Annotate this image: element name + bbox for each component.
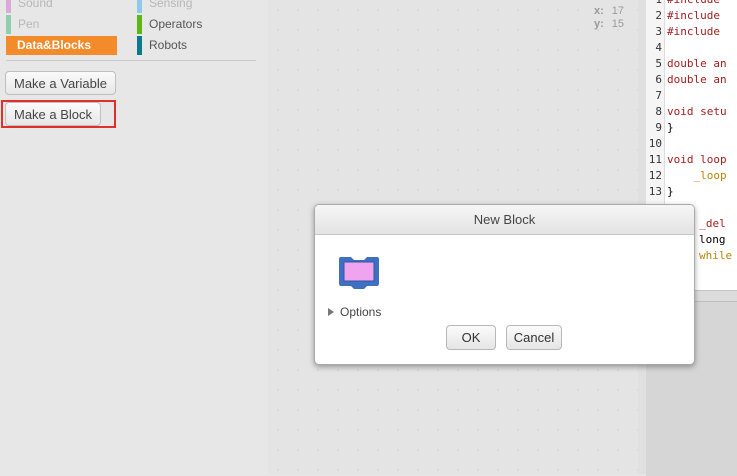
category-robots[interactable]: Robots xyxy=(137,36,247,55)
y-label: y: xyxy=(594,18,604,30)
category-label: Sensing xyxy=(149,0,193,10)
category-label: Operators xyxy=(149,17,203,31)
category-pen[interactable]: Pen xyxy=(6,15,116,34)
options-toggle[interactable]: Options xyxy=(328,304,381,320)
custom-block-icon xyxy=(339,257,379,289)
category-operators[interactable]: Operators xyxy=(137,15,247,34)
palette-divider xyxy=(6,60,256,61)
cancel-button[interactable]: Cancel xyxy=(506,325,562,350)
category-swatch xyxy=(137,0,142,13)
dialog-title[interactable]: New Block xyxy=(315,205,694,235)
category-label: Data&Blocks xyxy=(17,38,92,52)
category-label: Pen xyxy=(18,17,40,31)
disclosure-triangle-icon xyxy=(328,307,334,316)
y-value: 15 xyxy=(611,18,625,30)
category-swatch xyxy=(137,36,142,55)
ok-button[interactable]: OK xyxy=(446,325,496,350)
mouse-x-readout: x: 17 xyxy=(594,5,624,17)
make-block-button[interactable]: Make a Block xyxy=(5,102,102,126)
make-variable-button[interactable]: Make a Variable xyxy=(5,71,116,95)
options-label: Options xyxy=(340,305,382,319)
category-swatch xyxy=(137,15,142,34)
category-label: Robots xyxy=(149,38,188,52)
new-block-dialog: New Block Options OK Cancel xyxy=(314,204,695,365)
category-data-blocks[interactable]: Data&Blocks xyxy=(6,36,117,55)
category-swatch xyxy=(6,0,11,13)
category-swatch xyxy=(6,15,11,34)
x-value: 17 xyxy=(611,5,625,17)
category-sensing[interactable]: Sensing xyxy=(137,0,247,13)
category-label: Sound xyxy=(18,0,53,10)
x-label: x: xyxy=(594,5,604,17)
mouse-y-readout: y: 15 xyxy=(594,18,624,30)
category-sound[interactable]: Sound xyxy=(6,0,116,13)
block-palette: Sound Sensing Pen Operators Data&Blocks … xyxy=(0,0,269,474)
